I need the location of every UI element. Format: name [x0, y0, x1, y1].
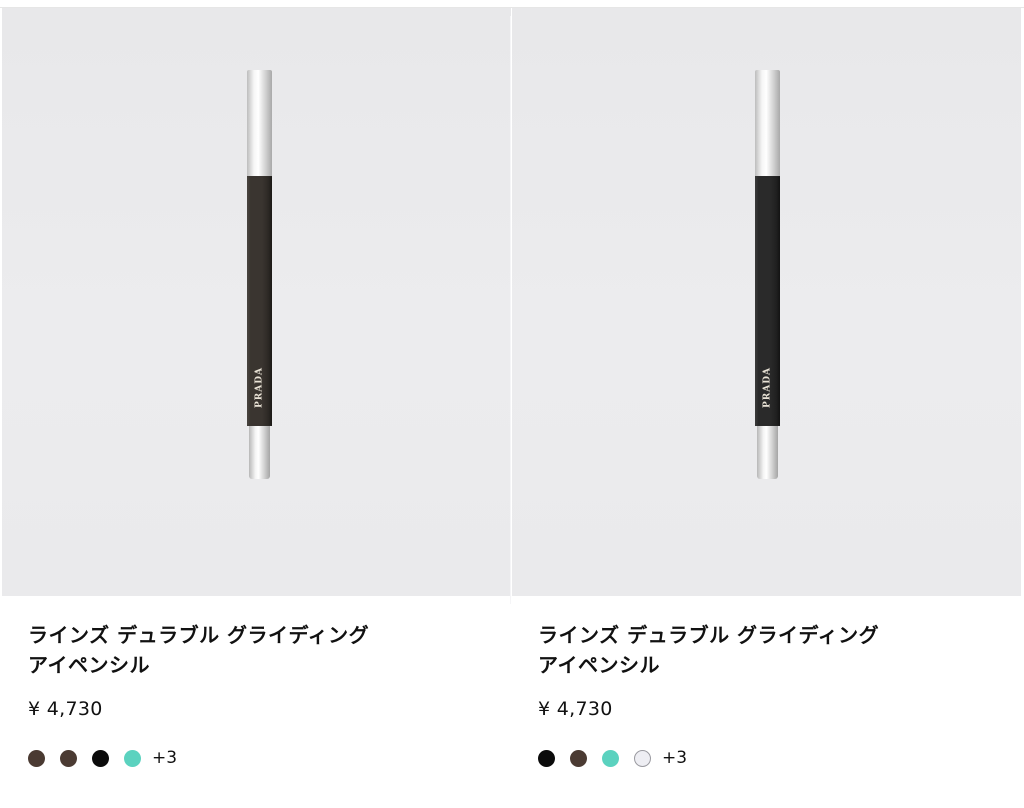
more-colors-count[interactable]: +3 — [662, 748, 687, 768]
product-price: ¥ 4,730 — [538, 698, 613, 720]
product-title-line2: アイペンシル — [28, 653, 150, 677]
product-info: ラインズ デュラブル グライディング アイペンシル ¥ 4,730 +3 — [28, 620, 488, 768]
grid-divider — [510, 16, 511, 604]
prada-logo: PRADA — [254, 366, 265, 408]
white-swatch[interactable] — [634, 749, 651, 767]
pencil-cap-top — [755, 70, 780, 176]
color-swatches: +3 — [28, 748, 177, 768]
pencil-cap-top — [247, 70, 272, 176]
product-card[interactable]: PRADA ラインズ デュラブル グライディング アイペンシル ¥ 4,730 … — [2, 8, 511, 808]
product-title-line2: アイペンシル — [538, 653, 660, 677]
black-swatch[interactable] — [538, 749, 555, 767]
product-image[interactable]: PRADA — [2, 8, 511, 596]
product-title-line1: ラインズ デュラブル グライディング — [538, 623, 880, 647]
pencil-cap-bottom — [249, 426, 270, 479]
turquoise-swatch[interactable] — [602, 749, 619, 767]
product-card[interactable]: PRADA ラインズ デュラブル グライディング アイペンシル ¥ 4,730 … — [512, 8, 1021, 808]
color-swatches: +3 — [538, 748, 687, 768]
product-title[interactable]: ラインズ デュラブル グライディング アイペンシル — [538, 620, 998, 680]
product-title[interactable]: ラインズ デュラブル グライディング アイペンシル — [28, 620, 488, 680]
prada-logo: PRADA — [762, 366, 773, 408]
black-swatch[interactable] — [92, 749, 109, 767]
product-image[interactable]: PRADA — [512, 8, 1021, 596]
eye-pencil-image: PRADA — [755, 70, 780, 480]
brown-swatch[interactable] — [570, 749, 587, 767]
eye-pencil-image: PRADA — [247, 70, 272, 480]
top-divider — [0, 0, 1024, 8]
product-info: ラインズ デュラブル グライディング アイペンシル ¥ 4,730 +3 — [538, 620, 998, 768]
more-colors-count[interactable]: +3 — [152, 748, 177, 768]
product-grid: PRADA ラインズ デュラブル グライディング アイペンシル ¥ 4,730 … — [0, 8, 1024, 808]
brown-swatch[interactable] — [28, 749, 45, 767]
product-title-line1: ラインズ デュラブル グライディング — [28, 623, 370, 647]
turquoise-swatch[interactable] — [124, 749, 141, 767]
product-price: ¥ 4,730 — [28, 698, 103, 720]
dark-brown-swatch[interactable] — [60, 749, 77, 767]
pencil-cap-bottom — [757, 426, 778, 479]
